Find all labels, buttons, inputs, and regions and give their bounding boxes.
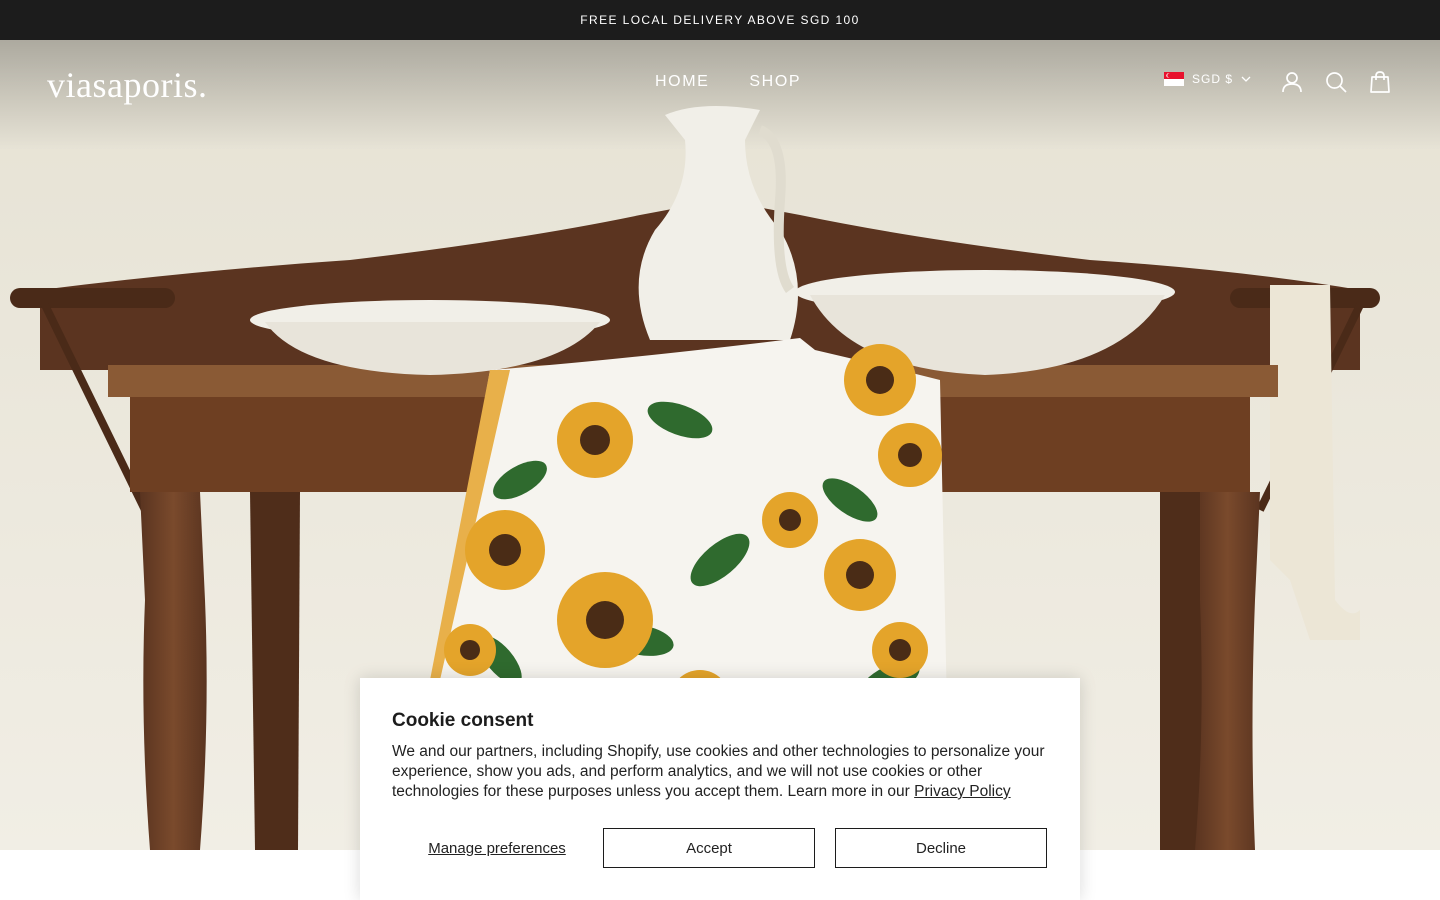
nav-shop[interactable]: SHOP — [749, 73, 801, 91]
announcement-bar: FREE LOCAL DELIVERY ABOVE SGD 100 — [0, 0, 1440, 40]
cookie-actions: Manage preferences Accept Decline — [392, 828, 1048, 868]
bag-icon[interactable] — [1368, 70, 1392, 94]
currency-selector[interactable]: SGD $ — [1164, 72, 1251, 86]
decline-button[interactable]: Decline — [835, 828, 1047, 868]
account-icon[interactable] — [1280, 70, 1304, 94]
chevron-down-icon — [1241, 76, 1251, 82]
cookie-consent-banner: Cookie consent We and our partners, incl… — [360, 678, 1080, 900]
cookie-body: We and our partners, including Shopify, … — [392, 742, 1052, 802]
announcement-text: FREE LOCAL DELIVERY ABOVE SGD 100 — [580, 13, 860, 27]
store-logo[interactable]: viasaporis. — [47, 64, 207, 106]
cookie-title: Cookie consent — [392, 710, 534, 731]
accept-button[interactable]: Accept — [603, 828, 815, 868]
singapore-flag-icon — [1164, 72, 1184, 86]
currency-label: SGD $ — [1192, 72, 1234, 86]
privacy-policy-link[interactable]: Privacy Policy — [914, 783, 1010, 800]
site-header: viasaporis. HOME SHOP SGD $ — [0, 40, 1440, 126]
main-nav: HOME SHOP — [655, 73, 801, 91]
nav-home[interactable]: HOME — [655, 73, 709, 91]
search-icon[interactable] — [1324, 70, 1348, 94]
manage-preferences-button[interactable]: Manage preferences — [392, 828, 602, 868]
